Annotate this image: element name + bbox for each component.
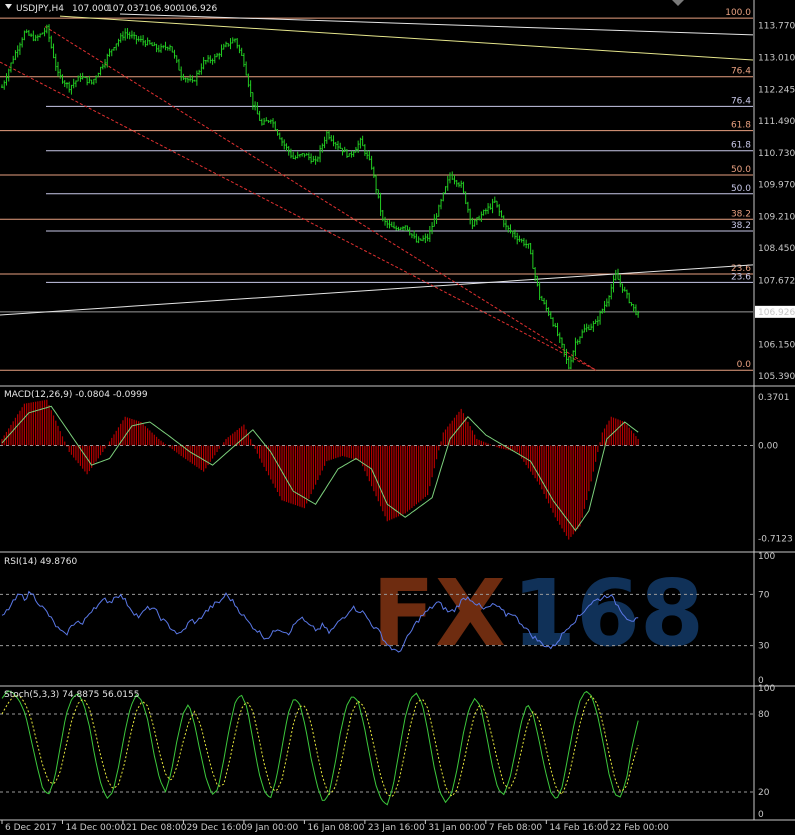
fx168-watermark-logo: FX 168 [372, 560, 704, 667]
stoch-tick-label: 0 [758, 810, 764, 820]
time-tick-label: 31 Jan 00:00 [428, 823, 485, 833]
time-tick-label: 6 Dec 2017 [5, 823, 57, 833]
fib-level-label: 23.6 [731, 272, 751, 282]
fib-level-label: 76.4 [731, 67, 751, 77]
rsi-tick-label: 30 [758, 642, 770, 652]
ohlc-high: 107.037 [107, 4, 144, 14]
ohlc-open: 107.000 [72, 4, 109, 14]
macd-tick-label: 0.00 [758, 441, 778, 451]
time-tick-label: 21 Dec 08:00 [126, 823, 187, 833]
price-tick-label: 109.970 [758, 181, 795, 191]
svg-text:168: 168 [512, 560, 704, 667]
stoch-tick-label: 80 [758, 710, 770, 720]
stoch-tick-label: 20 [758, 788, 770, 798]
ohlc-low: 106.900 [144, 4, 181, 14]
chart-background [0, 0, 795, 835]
macd-tick-label: 0.3701 [758, 393, 790, 403]
fib-level-label: 0.0 [737, 360, 752, 370]
usdjpy-chart-window[interactable]: FX 168 100.0 76.4 61.8 50.0 38.2 23.6 0.0 76.4 6… [0, 0, 795, 835]
fib-level-label: 76.4 [731, 96, 751, 106]
fib-level-label: 38.2 [731, 209, 751, 219]
time-tick-label: 14 Feb 16:00 [549, 823, 608, 833]
time-tick-label: 22 Feb 00:00 [610, 823, 669, 833]
fib-level-label: 38.2 [731, 221, 751, 231]
price-tick-label: 113.010 [758, 53, 795, 63]
price-tick-label: 111.490 [758, 117, 795, 127]
svg-text:FX: FX [372, 560, 506, 667]
price-tick-label: 107.672 [758, 277, 795, 287]
time-tick-label: 16 Jan 08:00 [307, 823, 364, 833]
rsi-panel-title: RSI(14) 49.8760 [4, 557, 77, 567]
time-tick-label: 29 Dec 16:00 [186, 823, 247, 833]
time-tick-label: 23 Jan 16:00 [368, 823, 425, 833]
price-tick-label: 105.390 [758, 372, 795, 382]
rsi-tick-label: 70 [758, 590, 770, 600]
price-panel-title: USDJPY,H4 [16, 4, 64, 14]
fib-level-label: 61.8 [731, 141, 751, 151]
rsi-tick-label: 100 [758, 552, 775, 562]
price-tick-label: 108.450 [758, 244, 795, 254]
fib-level-label: 61.8 [731, 121, 751, 131]
macd-panel-title: MACD(12,26,9) -0.0804 -0.0999 [4, 390, 148, 400]
price-tick-label: 106.150 [758, 340, 795, 350]
stoch-tick-label: 100 [758, 684, 775, 694]
price-tick-label: 109.210 [758, 212, 795, 222]
time-tick-label: 7 Feb 08:00 [489, 823, 543, 833]
time-tick-label: 9 Jan 00:00 [247, 823, 299, 833]
price-tick-label: 112.245 [758, 85, 795, 95]
macd-tick-label: -0.7123 [758, 535, 793, 545]
fib-level-label: 50.0 [731, 184, 751, 194]
ohlc-close: 106.926 [180, 4, 217, 14]
current-price-tag: 106.926 [758, 308, 795, 318]
stoch-panel-title: Stoch(5,3,3) 74.8875 56.0155 [4, 690, 139, 700]
time-tick-label: 14 Dec 00:00 [65, 823, 126, 833]
price-tick-label: 110.730 [758, 149, 795, 159]
price-tick-label: 113.770 [758, 22, 795, 32]
fib-level-label: 50.0 [731, 165, 751, 175]
fib-level-label: 100.0 [725, 8, 751, 18]
